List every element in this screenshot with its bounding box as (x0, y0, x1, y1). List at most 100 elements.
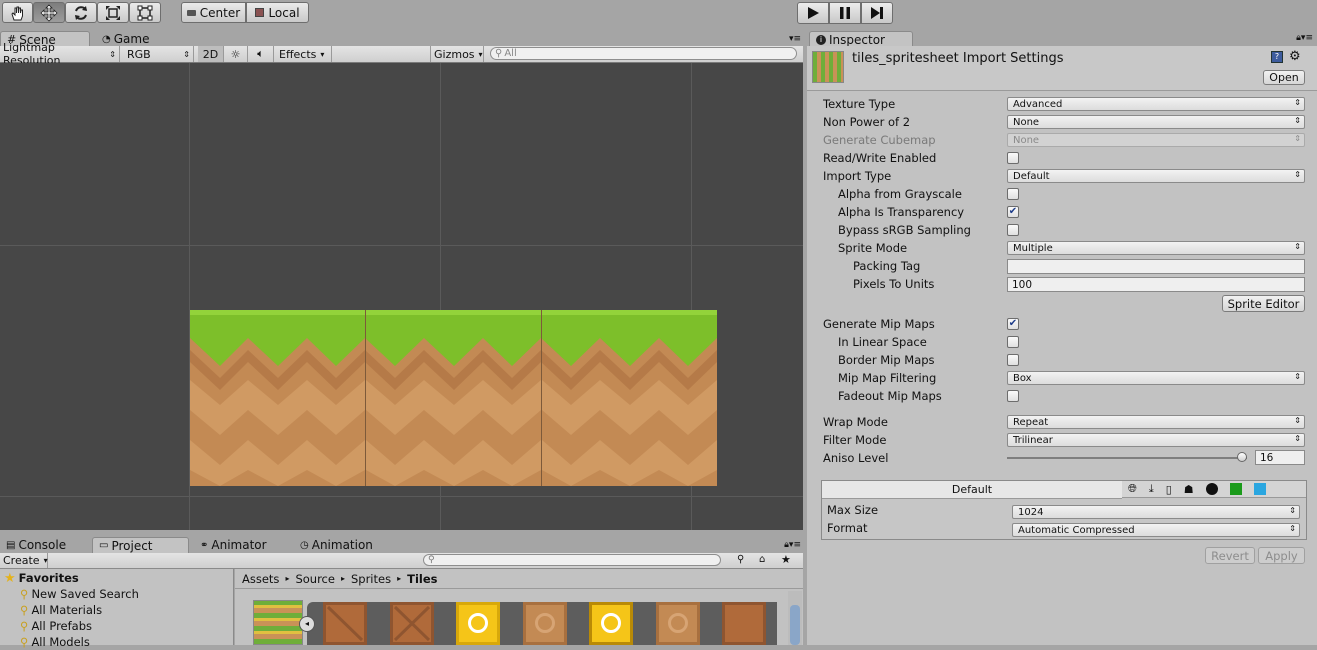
border-mip-maps-checkbox[interactable] (1007, 354, 1019, 366)
favorites-header[interactable]: ★ Favorites (4, 570, 79, 586)
windows-store-icon[interactable] (1253, 483, 1266, 495)
gear-icon[interactable]: ⚙ (1289, 49, 1301, 64)
favorite-item[interactable]: ⚲ All Models (20, 634, 90, 650)
aniso-slider-track[interactable] (1007, 452, 1248, 462)
lock-menu-icon[interactable]: 🔒︎▾≡ (784, 540, 801, 550)
tab-project-label: Project (111, 538, 153, 553)
tab-inspector[interactable]: i Inspector (809, 31, 913, 47)
hand-tool-button[interactable] (2, 2, 33, 23)
tab-console-label: Console (18, 538, 67, 552)
web-globe-icon[interactable]: 🌐︎ (1128, 482, 1137, 496)
rect-tool-button[interactable] (129, 2, 161, 23)
packing-tag-field[interactable] (1007, 259, 1305, 274)
tab-animator[interactable]: ⚭ Animator (194, 537, 284, 553)
phone-icon[interactable]: ▯ (1166, 483, 1172, 496)
rotate-tool-button[interactable] (65, 2, 97, 23)
android-icon[interactable]: ☗ (1184, 483, 1194, 496)
ground-tiles-sprite[interactable] (190, 310, 717, 486)
sprite-editor-button[interactable]: Sprite Editor (1222, 295, 1305, 312)
help-book-icon[interactable]: ? (1271, 51, 1283, 63)
coin-box-sprite[interactable] (456, 602, 500, 645)
coin-box-active-sprite[interactable] (589, 602, 633, 645)
pause-button[interactable] (829, 2, 861, 24)
spritesheet-thumbnail[interactable] (253, 600, 303, 645)
format-dropdown[interactable]: Automatic Compressed ⇕ (1012, 523, 1300, 537)
breadcrumb-item[interactable]: Assets (242, 572, 279, 586)
favorite-item[interactable]: ⚲ New Saved Search (20, 586, 139, 602)
scene-search-input[interactable]: ⚲ All (490, 47, 797, 60)
tab-project[interactable]: ▭ Project (92, 537, 189, 553)
step-button[interactable] (861, 2, 893, 24)
star-filter-icon[interactable]: ★ (781, 553, 791, 566)
tab-console[interactable]: ▤ Console (0, 537, 78, 553)
box-empty-sprite[interactable] (656, 602, 700, 645)
bypass-srgb-checkbox[interactable] (1007, 224, 1019, 236)
render-mode-dropdown[interactable]: Lightmap Resolution ⇕ (0, 41, 120, 67)
favorite-item[interactable]: ⚲ All Materials (20, 602, 102, 618)
updown-icon: ⇕ (109, 49, 116, 59)
tab-game[interactable]: ◔ Game (96, 31, 166, 47)
play-button[interactable] (797, 2, 829, 24)
toggle-2d-button[interactable]: 2D (198, 46, 224, 62)
import-type-dropdown[interactable]: Default ⇕ (1007, 169, 1305, 183)
aniso-level-field[interactable]: 16 (1255, 450, 1305, 465)
lighting-toggle[interactable]: ☼ (224, 46, 248, 62)
pivot-center-button[interactable]: Center (181, 2, 246, 23)
info-icon: i (816, 34, 826, 45)
effects-dropdown[interactable]: Effects ▾ (276, 46, 332, 62)
tab-animation[interactable]: ◷ Animation (294, 537, 384, 553)
inspector-title: tiles_spritesheet Import Settings (852, 51, 1064, 66)
max-size-dropdown[interactable]: 1024 ⇕ (1012, 505, 1300, 519)
breadcrumb-item[interactable]: Tiles (407, 572, 437, 586)
favorite-item[interactable]: ⚲ All Prefabs (20, 618, 92, 634)
scrollbar[interactable] (788, 591, 802, 645)
move-arrows-icon (40, 3, 58, 22)
sprite-mode-dropdown[interactable]: Multiple ⇕ (1007, 241, 1305, 255)
gizmos-dropdown[interactable]: Gizmos ▾ (430, 46, 484, 62)
coin-box-disabled-sprite[interactable] (523, 602, 567, 645)
crate-x-sprite[interactable] (390, 602, 434, 645)
alpha-from-grayscale-checkbox[interactable] (1007, 188, 1019, 200)
filter-mode-dropdown[interactable]: Trilinear ⇕ (1007, 433, 1305, 447)
wrap-mode-dropdown[interactable]: Repeat ⇕ (1007, 415, 1305, 429)
audio-toggle[interactable]: 🔈︎ (248, 46, 274, 62)
panel-menu-icon[interactable]: ▾≡ (789, 34, 801, 44)
read-write-checkbox[interactable] (1007, 152, 1019, 164)
collapse-arrow-icon[interactable]: ◂ (299, 616, 315, 632)
pixels-to-units-field[interactable]: 100 (1007, 277, 1305, 292)
create-dropdown[interactable]: Create ▾ (0, 553, 48, 568)
scrollbar-thumb[interactable] (790, 605, 800, 645)
scale-tool-button[interactable] (97, 2, 129, 23)
lock-menu-icon[interactable]: 🔒︎▾≡ (1296, 33, 1313, 43)
aniso-slider-thumb[interactable] (1237, 452, 1248, 462)
in-linear-space-checkbox[interactable] (1007, 336, 1019, 348)
plain-box-sprite[interactable] (722, 602, 766, 645)
apply-button[interactable]: Apply (1258, 547, 1305, 564)
mip-map-filtering-dropdown[interactable]: Box ⇕ (1007, 371, 1305, 385)
breadcrumb-item[interactable]: Source (295, 572, 335, 586)
platform-default-tab[interactable]: Default (822, 481, 1122, 499)
breadcrumb-item[interactable]: Sprites (351, 572, 391, 586)
alpha-is-transparency-checkbox[interactable]: ✔ (1007, 206, 1019, 218)
crate-sprite[interactable] (323, 602, 367, 645)
filter-by-label-icon[interactable]: ⌂ (759, 554, 765, 565)
filter-by-type-icon[interactable]: ⚲ (737, 554, 744, 565)
download-icon[interactable]: ⤓ (1149, 482, 1154, 496)
project-search-input[interactable]: ⚲ (423, 554, 721, 566)
blackberry-icon[interactable] (1205, 483, 1218, 495)
coin-icon (668, 613, 688, 633)
scene-viewport[interactable] (0, 63, 803, 530)
alpha-from-grayscale-label: Alpha from Grayscale (838, 187, 962, 201)
format-value: Automatic Compressed (1018, 524, 1135, 536)
fadeout-mip-maps-checkbox[interactable] (1007, 390, 1019, 402)
generate-mip-maps-checkbox[interactable]: ✔ (1007, 318, 1019, 330)
xbox-icon[interactable] (1229, 483, 1242, 495)
open-button[interactable]: Open (1263, 70, 1305, 85)
revert-button[interactable]: Revert (1205, 547, 1255, 564)
space-local-button[interactable]: Local (246, 2, 309, 23)
texture-type-dropdown[interactable]: Advanced ⇕ (1007, 97, 1305, 111)
updown-icon: ⇕ (183, 49, 190, 59)
non-power-of-2-dropdown[interactable]: None ⇕ (1007, 115, 1305, 129)
color-mode-dropdown[interactable]: RGB ⇕ (124, 46, 194, 62)
move-tool-button[interactable] (33, 2, 65, 23)
